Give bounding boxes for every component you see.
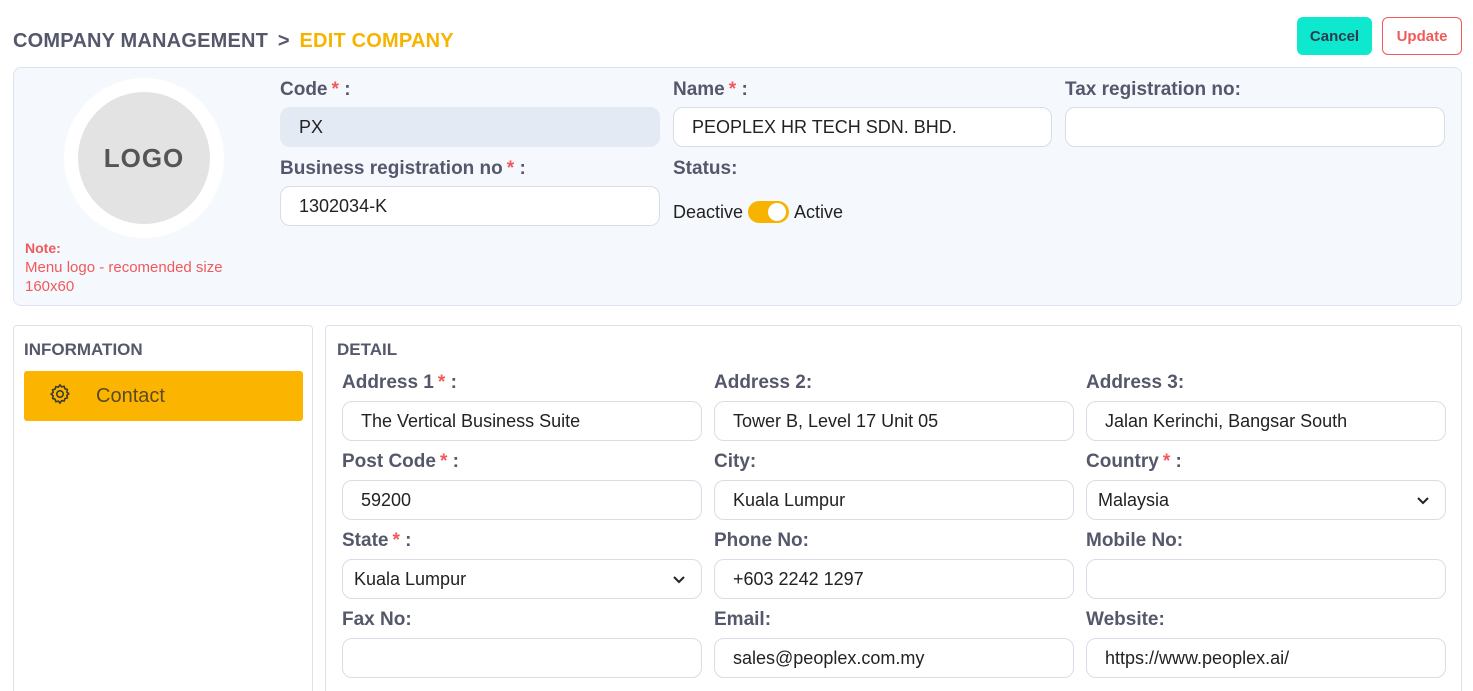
breadcrumb-separator: > (277, 30, 290, 52)
address2-field[interactable]: Tower B, Level 17 Unit 05 (714, 401, 1074, 441)
status-on-label: Active (794, 201, 844, 222)
address2-value: Tower B, Level 17 Unit 05 (733, 410, 939, 431)
country-label-text: Country (1086, 451, 1159, 472)
state-label: State * : (342, 530, 411, 552)
required-mark: * (331, 79, 339, 100)
status-off-label: Deactive (673, 201, 744, 222)
city-field[interactable]: Kuala Lumpur (714, 480, 1074, 520)
email-value: sales@peoplex.com.my (733, 647, 925, 668)
email-field[interactable]: sales@peoplex.com.my (714, 638, 1074, 678)
mobile-field[interactable] (1086, 559, 1446, 599)
label-colon: : (405, 530, 412, 551)
sidebar-item-label: Contact (96, 384, 165, 407)
code-value: PX (299, 116, 324, 137)
detail-title: DETAIL (337, 340, 398, 359)
state-value: Kuala Lumpur (354, 568, 467, 589)
address1-field[interactable]: The Vertical Business Suite (342, 401, 702, 441)
address2-label: Address 2: (714, 372, 813, 393)
country-select[interactable]: Malaysia (1086, 480, 1446, 520)
name-value: PEOPLEX HR TECH SDN. BHD. (692, 116, 957, 137)
postcode-label-text: Post Code (342, 451, 436, 472)
tax-field[interactable] (1065, 107, 1445, 147)
postcode-value: 59200 (361, 489, 412, 510)
label-colon: : (1175, 451, 1182, 472)
country-label: Country * : (1086, 451, 1182, 473)
website-field[interactable]: https://www.peoplex.ai/ (1086, 638, 1446, 678)
sidebar-item-contact[interactable]: Contact (24, 371, 303, 421)
website-value: https://www.peoplex.ai/ (1105, 647, 1290, 668)
label-colon: : (450, 372, 457, 393)
logo-placeholder[interactable]: LOGO (78, 92, 210, 224)
brn-label: Business registration no * : (280, 158, 526, 180)
information-panel: INFORMATION Contact (13, 325, 313, 691)
label-colon: : (519, 158, 526, 179)
code-field[interactable]: PX (280, 107, 660, 147)
required-mark: * (506, 158, 515, 179)
information-title: INFORMATION (24, 340, 143, 359)
logo-upload[interactable]: LOGO (64, 78, 224, 238)
phone-value: +603 2242 1297 (733, 568, 864, 589)
state-label-text: State (342, 530, 389, 551)
city-label: City: (714, 451, 757, 472)
website-label: Website: (1086, 609, 1165, 630)
name-field[interactable]: PEOPLEX HR TECH SDN. BHD. (673, 107, 1052, 147)
detail-panel: DETAIL Address 1 * : The Vertical Busines… (325, 325, 1462, 691)
breadcrumb: COMPANY MANAGEMENT > EDIT COMPANY (13, 30, 454, 53)
toggle-knob (768, 203, 787, 221)
state-select[interactable]: Kuala Lumpur (342, 559, 702, 599)
chevron-down-icon (671, 571, 687, 587)
tax-label: Tax registration no: (1065, 79, 1241, 100)
name-label: Name * : (673, 79, 748, 101)
label-colon: : (452, 451, 459, 472)
required-mark: * (1162, 451, 1171, 472)
address1-value: The Vertical Business Suite (361, 410, 581, 431)
name-label-text: Name (673, 79, 725, 100)
brn-field[interactable]: 1302034-K (280, 186, 660, 226)
status-control: Deactive Active (673, 201, 843, 223)
postcode-label: Post Code * : (342, 451, 459, 473)
country-value: Malaysia (1098, 489, 1170, 510)
address1-label-text: Address 1 (342, 372, 434, 393)
breadcrumb-current: EDIT COMPANY (299, 30, 454, 52)
fax-label: Fax No: (342, 609, 412, 630)
gear-icon (48, 382, 72, 411)
city-value: Kuala Lumpur (733, 489, 846, 510)
brn-value: 1302034-K (299, 195, 388, 216)
fax-field[interactable] (342, 638, 702, 678)
email-label: Email: (714, 609, 772, 630)
brn-label-text: Business registration no (280, 158, 503, 179)
mobile-label: Mobile No: (1086, 530, 1184, 551)
logo-note-title: Note: (25, 240, 61, 256)
required-mark: * (439, 451, 448, 472)
address3-field[interactable]: Jalan Kerinchi, Bangsar South (1086, 401, 1446, 441)
code-label: Code * : (280, 79, 351, 101)
logo-note-text: Menu logo - recomended size 160x60 (25, 259, 223, 295)
update-button[interactable]: Update (1382, 17, 1462, 55)
phone-field[interactable]: +603 2242 1297 (714, 559, 1074, 599)
label-colon: : (344, 79, 351, 100)
breadcrumb-root[interactable]: COMPANY MANAGEMENT (13, 30, 268, 52)
postcode-field[interactable]: 59200 (342, 480, 702, 520)
logo-note: Note: Menu logo - recomended size 160x60 (25, 239, 275, 296)
chevron-down-icon (1415, 492, 1431, 508)
phone-label: Phone No: (714, 530, 809, 551)
label-colon: : (741, 79, 748, 100)
address3-label: Address 3: (1086, 372, 1185, 393)
required-mark: * (728, 79, 737, 100)
status-label: Status: (673, 158, 738, 179)
code-label-text: Code (280, 79, 328, 100)
status-toggle[interactable] (748, 201, 790, 223)
company-summary-card: LOGO Note: Menu logo - recomended size 1… (13, 67, 1462, 306)
address3-value: Jalan Kerinchi, Bangsar South (1105, 410, 1348, 431)
address1-label: Address 1 * : (342, 372, 457, 394)
required-mark: * (392, 530, 400, 551)
required-mark: * (437, 372, 446, 393)
cancel-button[interactable]: Cancel (1297, 17, 1372, 55)
